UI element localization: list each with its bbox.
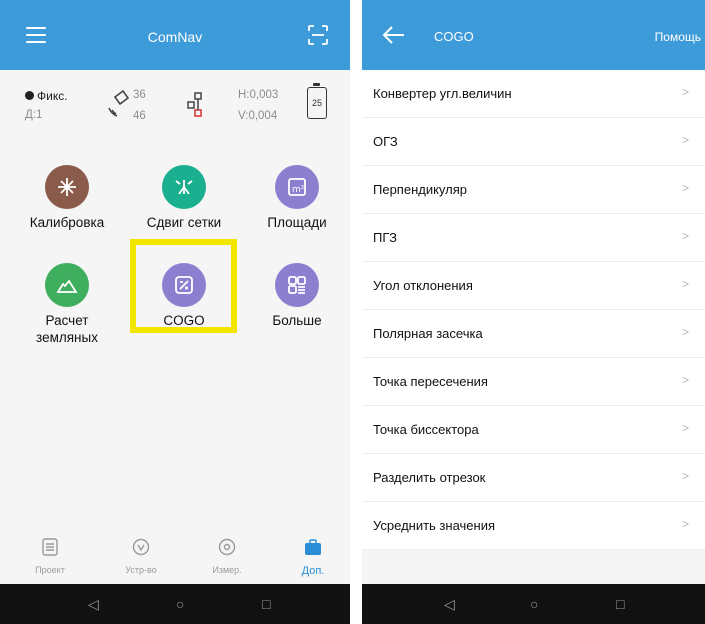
nav-device[interactable]: Устр-во — [106, 538, 176, 575]
earthwork-tile[interactable]: Расчет земляных — [7, 263, 127, 346]
system-home-icon[interactable]: ○ — [530, 596, 538, 612]
list-item-label: Точка биссектора — [373, 422, 479, 437]
connection-icon — [187, 92, 202, 117]
chevron-right-icon: > — [681, 133, 689, 147]
list-item[interactable]: Угол отклонения > — [362, 262, 705, 310]
nav-project-label: Проект — [35, 565, 65, 575]
earthwork-label: Расчет земляных — [36, 313, 98, 345]
battery-level: 25 — [311, 98, 322, 108]
fix-status: Фикс. — [25, 89, 68, 103]
grid-shift-tile[interactable]: Сдвиг сетки — [124, 165, 244, 231]
satellites-tracked: 36 — [133, 89, 146, 101]
h-precision: H:0,003 — [238, 89, 279, 101]
help-button[interactable]: Помощь — [655, 0, 701, 70]
list-item[interactable]: Полярная засечка > — [362, 310, 705, 358]
project-icon — [42, 538, 58, 556]
svg-text:m²: m² — [292, 185, 305, 195]
area-tile[interactable]: m² Площади — [237, 165, 350, 231]
list-item-label: Перпендикуляр — [373, 182, 468, 197]
system-back-icon[interactable]: ◁ — [88, 596, 99, 613]
fix-dot-icon — [25, 91, 34, 100]
more-icon — [275, 263, 319, 307]
list-item[interactable]: Разделить отрезок > — [362, 454, 705, 502]
survey-icon — [218, 538, 236, 556]
gnss-status-bar: Фикс. Д:1 36 46 H:0,003 V:0,004 25 — [0, 70, 350, 146]
list-item-label: Угол отклонения — [373, 278, 473, 293]
grid-shift-icon — [162, 165, 206, 209]
calibration-label: Калибровка — [29, 215, 105, 230]
nav-tools-label: Доп. — [301, 565, 325, 577]
nav-survey[interactable]: Измер. — [192, 538, 262, 575]
list-item[interactable]: Перпендикуляр > — [362, 166, 705, 214]
scan-icon[interactable] — [308, 25, 328, 45]
list-item-label: Полярная засечка — [373, 326, 483, 341]
right-screen: COGO Помощь Конвертер угл.величин > ОГЗ > … — [362, 0, 705, 624]
calibration-icon — [45, 165, 89, 209]
list-item[interactable]: Усреднить значения > — [362, 502, 705, 550]
age-label: Д:1 — [25, 109, 43, 121]
v-precision: V:0,004 — [238, 110, 278, 122]
list-item[interactable]: ОГЗ > — [362, 118, 705, 166]
list-item-label: Точка пересечения — [373, 374, 488, 389]
more-label: Больше — [272, 313, 322, 328]
more-tile[interactable]: Больше — [237, 263, 350, 329]
list-item-label: ОГЗ — [373, 134, 398, 149]
satellites-visible: 46 — [133, 110, 146, 122]
calibration-tile[interactable]: Калибровка — [7, 165, 127, 231]
battery-icon: 25 — [307, 83, 327, 119]
area-icon: m² — [275, 165, 319, 209]
system-home-icon[interactable]: ○ — [176, 596, 184, 612]
system-nav-bar: ◁ ○ □ — [0, 584, 350, 624]
device-icon — [132, 538, 150, 556]
cogo-highlight-box — [130, 239, 237, 333]
app-title: ComNav — [147, 29, 203, 45]
cogo-function-list: Конвертер угл.величин > ОГЗ > Перпендикуля… — [362, 70, 705, 550]
satellite-icon — [108, 89, 130, 117]
nav-tools[interactable]: Доп. — [278, 538, 348, 577]
system-back-icon[interactable]: ◁ — [444, 596, 455, 613]
chevron-right-icon: > — [681, 181, 689, 195]
nav-survey-label: Измер. — [212, 565, 242, 575]
list-item-label: Разделить отрезок — [373, 470, 486, 485]
chevron-right-icon: > — [681, 469, 689, 483]
app-header: ComNav — [0, 0, 350, 70]
chevron-right-icon: > — [681, 277, 689, 291]
list-item[interactable]: Точка пересечения > — [362, 358, 705, 406]
chevron-right-icon: > — [681, 373, 689, 387]
list-item-label: Усреднить значения — [373, 518, 495, 533]
earthwork-icon — [45, 263, 89, 307]
nav-project[interactable]: Проект — [15, 538, 85, 575]
tools-icon — [305, 539, 321, 555]
list-item[interactable]: ПГЗ > — [362, 214, 705, 262]
list-item[interactable]: Конвертер угл.величин > — [362, 70, 705, 118]
chevron-right-icon: > — [681, 229, 689, 243]
left-screen: ComNav Фикс. Д:1 36 46 H:0,003 V:0,004 2… — [0, 0, 350, 624]
list-item[interactable]: Точка биссектора > — [362, 406, 705, 454]
chevron-right-icon: > — [681, 325, 689, 339]
system-recent-icon[interactable]: □ — [262, 596, 270, 612]
bottom-nav: Проект Устр-во Измер. Доп. — [0, 528, 350, 584]
area-label: Площади — [267, 215, 327, 230]
system-nav-bar: ◁ ○ □ — [362, 584, 705, 624]
back-arrow-icon[interactable] — [382, 24, 406, 46]
cogo-title: COGO — [434, 29, 474, 44]
chevron-right-icon: > — [681, 85, 689, 99]
system-recent-icon[interactable]: □ — [616, 596, 624, 612]
nav-device-label: Устр-во — [125, 565, 157, 575]
grid-shift-label: Сдвиг сетки — [146, 215, 222, 230]
cogo-header: COGO Помощь — [362, 0, 705, 70]
chevron-right-icon: > — [681, 421, 689, 435]
chevron-right-icon: > — [681, 517, 689, 531]
list-item-label: Конвертер угл.величин — [373, 86, 512, 101]
list-item-label: ПГЗ — [373, 230, 397, 245]
